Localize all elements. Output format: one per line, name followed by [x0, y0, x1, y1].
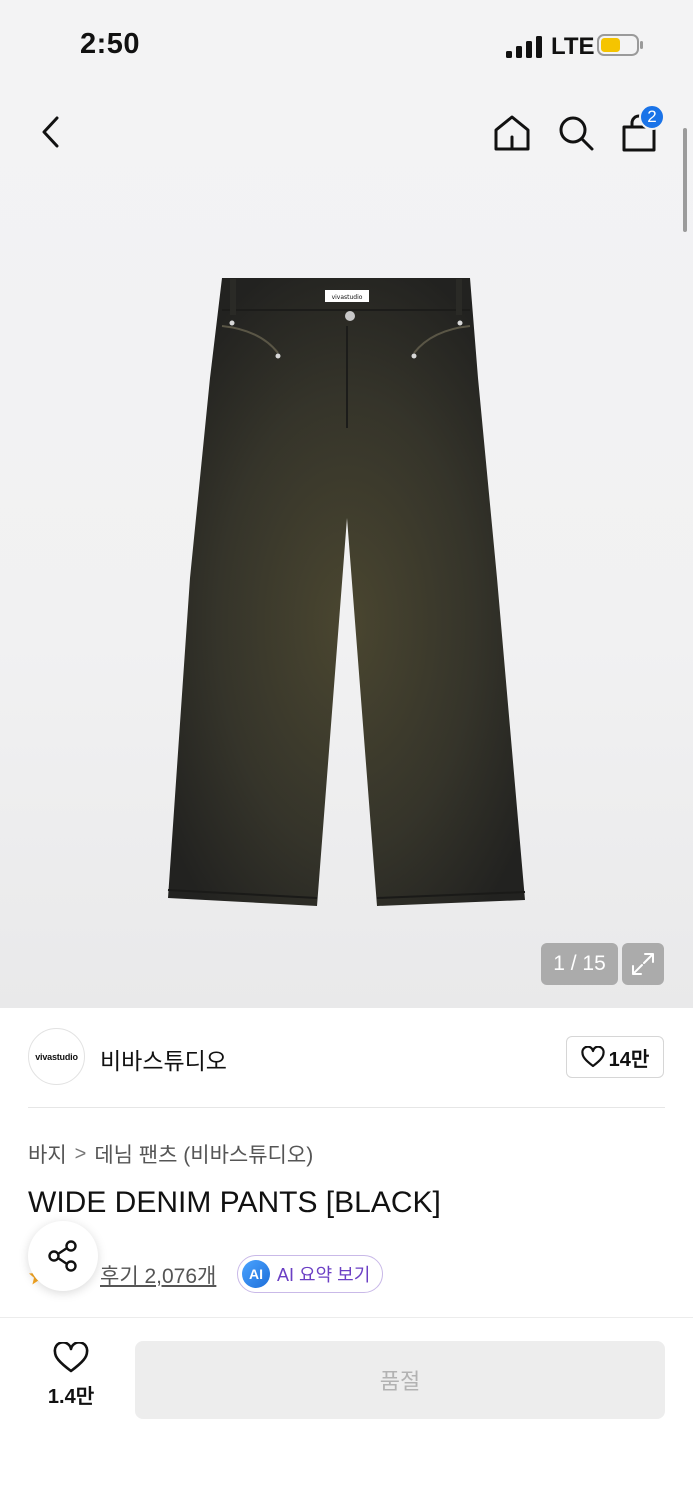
- back-button[interactable]: [28, 110, 72, 154]
- brand-like-count: 14만: [608, 1048, 650, 1071]
- breadcrumb-subcategory[interactable]: 데님 팬츠 (비바스튜디오): [94, 1139, 313, 1169]
- breadcrumb-separator: >: [74, 1142, 87, 1165]
- heart-icon: [53, 1342, 89, 1373]
- signal-icon: [506, 36, 542, 58]
- expand-icon: [632, 953, 654, 975]
- battery-icon: [597, 34, 643, 56]
- search-icon: [559, 116, 594, 151]
- network-label: LTE: [551, 33, 595, 60]
- heart-icon: [581, 1046, 605, 1068]
- product-gallery[interactable]: 2 vivastudio 1 / 15: [0, 95, 693, 1008]
- share-button[interactable]: [28, 1221, 98, 1291]
- brand-row[interactable]: vivastudio 비바스튜디오 14만: [28, 1028, 665, 1086]
- status-bar: 2:50 LTE: [0, 0, 693, 95]
- brand-like-button[interactable]: 14만: [566, 1036, 664, 1078]
- home-button[interactable]: [488, 109, 536, 157]
- ai-summary-label: AI 요약 보기: [277, 1265, 371, 1285]
- reviews-link[interactable]: 후기 2,076개: [100, 1260, 216, 1290]
- breadcrumb: 바지 > 데님 팬츠 (비바스튜디오): [28, 1139, 313, 1169]
- cart-button[interactable]: 2: [615, 104, 665, 157]
- status-time: 2:50: [80, 28, 141, 60]
- expand-button[interactable]: [622, 943, 664, 985]
- back-icon: [42, 116, 59, 148]
- search-button[interactable]: [552, 109, 600, 157]
- image-pager: 1 / 15: [541, 943, 618, 985]
- soldout-button[interactable]: 품절: [135, 1341, 665, 1419]
- wishlist-button[interactable]: 1.4만: [30, 1342, 112, 1418]
- breadcrumb-category[interactable]: 바지: [28, 1139, 67, 1169]
- cart-count-badge: 2: [639, 104, 665, 130]
- share-icon: [48, 1240, 77, 1272]
- scrollbar[interactable]: [683, 128, 687, 232]
- product-image: vivastudio: [167, 278, 526, 906]
- ai-icon: AI: [242, 1260, 270, 1288]
- product-title: WIDE DENIM PANTS [BLACK]: [28, 1186, 441, 1219]
- brand-name[interactable]: 비바스튜디오: [100, 1042, 227, 1076]
- bottom-action-bar: 1.4만 품절: [0, 1317, 693, 1500]
- wishlist-count: 1.4만: [47, 1386, 95, 1408]
- home-icon: [494, 115, 530, 151]
- tag-text: vivastudio: [332, 294, 363, 301]
- ai-summary-button[interactable]: AI AI 요약 보기: [237, 1255, 384, 1293]
- divider: [28, 1107, 665, 1108]
- brand-logo[interactable]: vivastudio: [28, 1028, 85, 1085]
